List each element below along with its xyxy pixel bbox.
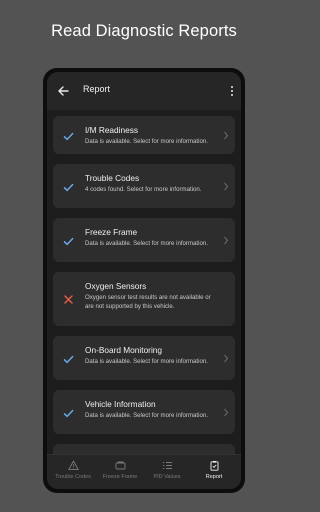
report-card-on-board-monitoring[interactable]: On-Board Monitoring Data is available. S… bbox=[53, 336, 235, 380]
list-icon bbox=[162, 462, 172, 469]
phone-frame: Report I/M Readiness Data is available. … bbox=[43, 68, 245, 493]
chevron-right-icon bbox=[224, 354, 229, 363]
warning-icon bbox=[67, 460, 79, 471]
report-card-description: 4 codes found. Select for more informati… bbox=[85, 186, 202, 193]
report-card-description: Data is available. Select for more infor… bbox=[85, 358, 208, 365]
app-screen: Report I/M Readiness Data is available. … bbox=[47, 72, 241, 489]
report-card-vehicle-information[interactable]: Vehicle Information Data is available. S… bbox=[53, 390, 235, 434]
check-icon bbox=[63, 183, 74, 192]
report-card-description: Data is available. Select for more infor… bbox=[85, 412, 208, 419]
nav-label: PID Values bbox=[153, 474, 181, 480]
check-icon bbox=[63, 132, 74, 141]
nav-freeze-frame[interactable]: Freeze Frame bbox=[96, 460, 144, 488]
report-card-title: Oxygen Sensors bbox=[85, 281, 147, 291]
report-list: I/M Readiness Data is available. Select … bbox=[47, 110, 241, 454]
arrow-left-icon[interactable] bbox=[56, 84, 70, 98]
report-card-oxygen-sensors: Oxygen Sensors Oxygen sensor test result… bbox=[53, 272, 235, 326]
app-bar: Report bbox=[47, 72, 241, 110]
nav-report[interactable]: Report bbox=[190, 460, 238, 488]
bottom-navigation: Trouble Codes Freeze Frame PID Values Re… bbox=[47, 454, 241, 489]
more-vertical-icon[interactable] bbox=[229, 84, 235, 98]
headline: Read Diagnostic Reports bbox=[51, 22, 237, 40]
report-card-title: On-Board Monitoring bbox=[85, 345, 163, 355]
nav-label: Trouble Codes bbox=[55, 474, 91, 480]
nav-label: Freeze Frame bbox=[102, 474, 138, 480]
report-card-description: Data is available. Select for more infor… bbox=[85, 240, 208, 247]
page-title: Report bbox=[83, 84, 111, 94]
clipboard-icon bbox=[210, 461, 218, 471]
nav-pid-values[interactable]: PID Values bbox=[143, 460, 191, 488]
report-card-trouble-codes[interactable]: Trouble Codes 4 codes found. Select for … bbox=[53, 164, 235, 208]
chevron-right-icon bbox=[224, 131, 229, 140]
report-card-partial bbox=[53, 444, 235, 454]
check-icon bbox=[63, 409, 74, 418]
x-error-icon bbox=[64, 295, 73, 304]
check-icon bbox=[63, 237, 74, 246]
check-icon bbox=[63, 355, 74, 364]
nav-trouble-codes[interactable]: Trouble Codes bbox=[49, 460, 97, 488]
report-card-title: I/M Readiness bbox=[85, 125, 139, 135]
report-card-title: Vehicle Information bbox=[85, 399, 156, 409]
chevron-right-icon bbox=[224, 236, 229, 245]
chevron-right-icon bbox=[224, 408, 229, 417]
chevron-right-icon bbox=[224, 182, 229, 191]
report-card-description: Data is available. Select for more infor… bbox=[85, 138, 208, 145]
report-card-title: Freeze Frame bbox=[85, 227, 138, 237]
report-card-freeze-frame[interactable]: Freeze Frame Data is available. Select f… bbox=[53, 218, 235, 262]
report-card-im-readiness[interactable]: I/M Readiness Data is available. Select … bbox=[53, 116, 235, 154]
report-card-description: Oxygen sensor test results are not avail… bbox=[85, 294, 211, 310]
nav-label: Report bbox=[205, 474, 223, 480]
car-icon bbox=[115, 461, 125, 470]
report-card-title: Trouble Codes bbox=[85, 173, 140, 183]
